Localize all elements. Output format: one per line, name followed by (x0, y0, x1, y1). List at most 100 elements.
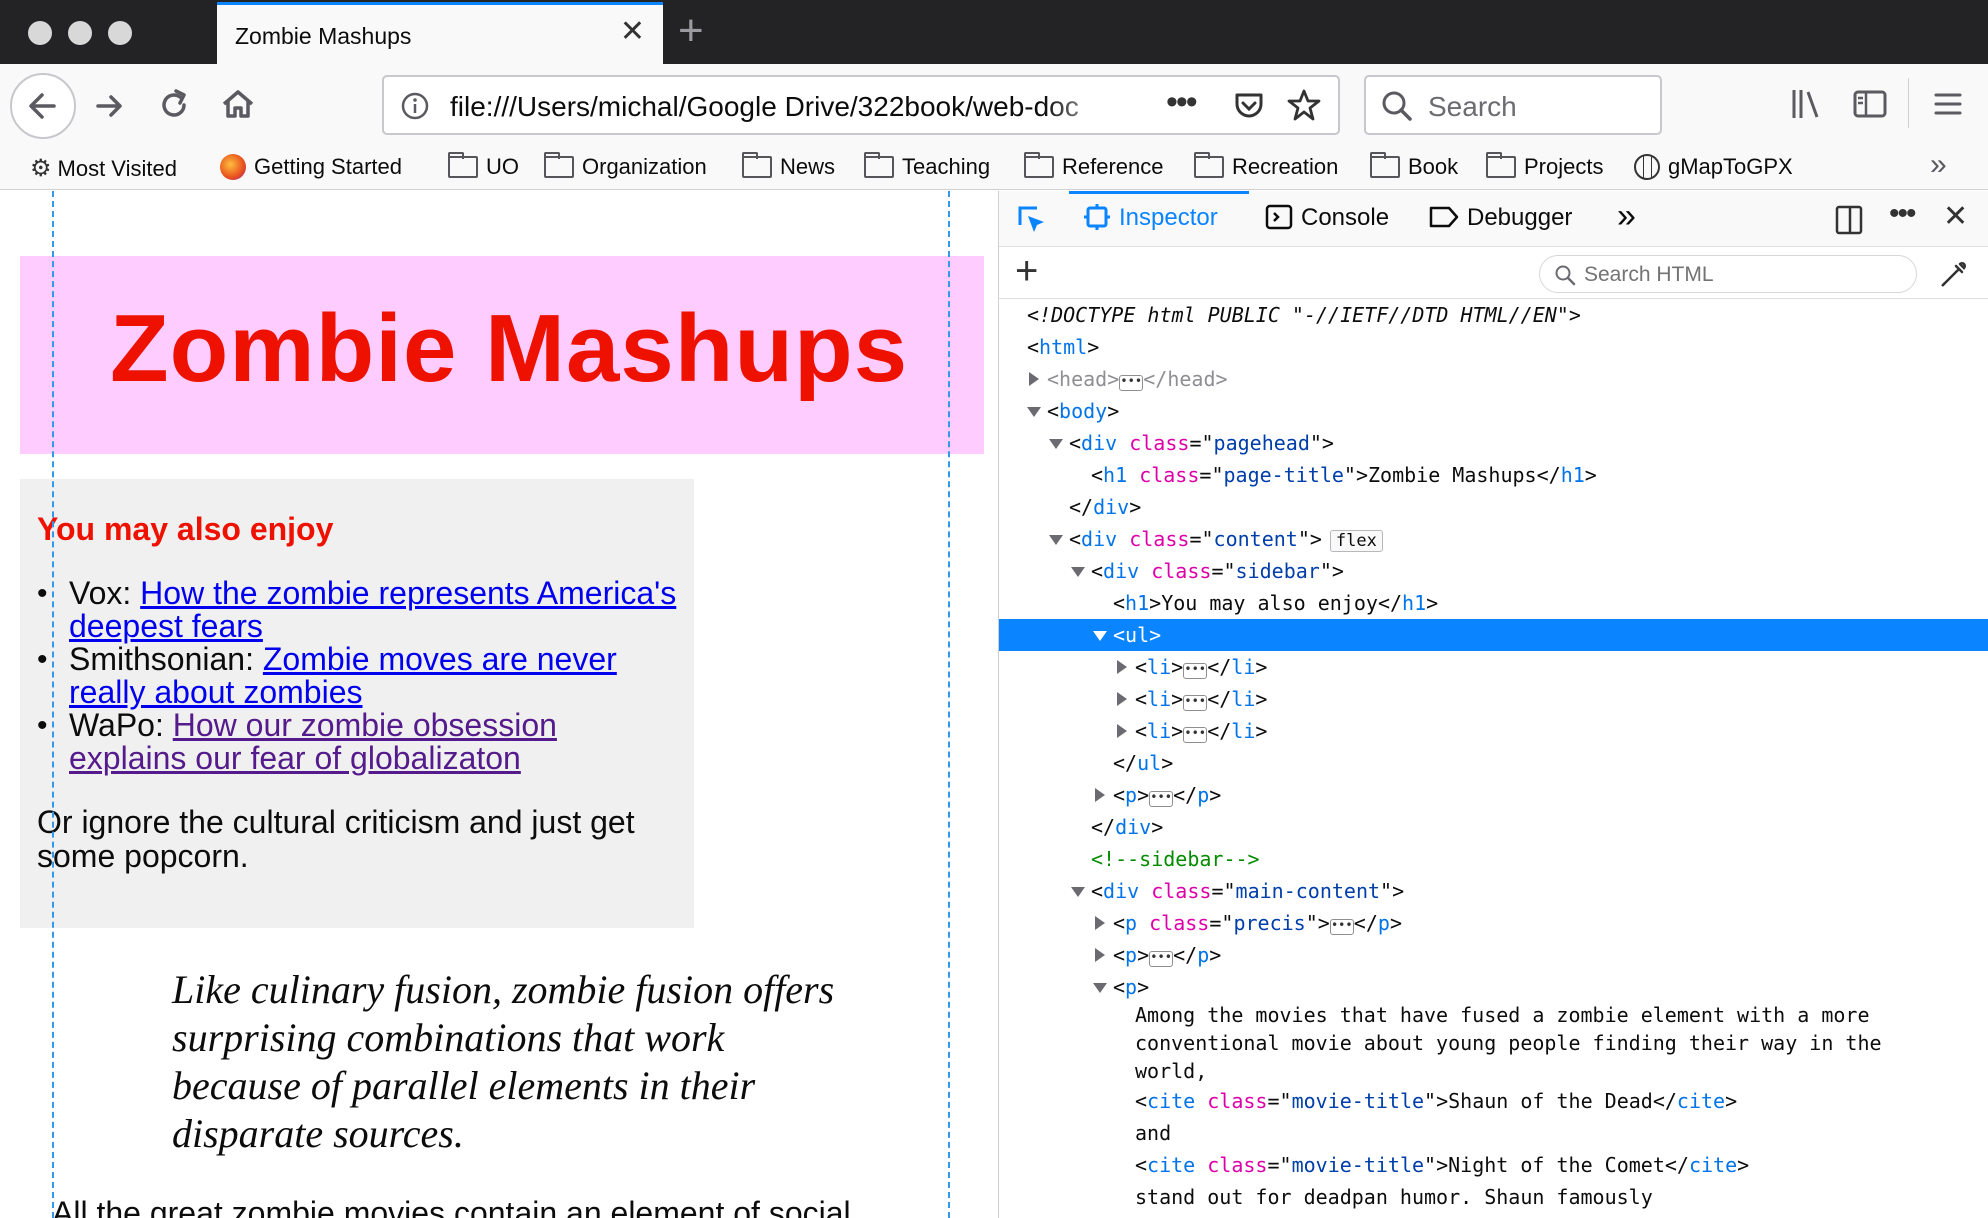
tree-node-p-open[interactable]: <p> (999, 971, 1988, 1003)
expand-toggle-icon[interactable] (1117, 660, 1127, 674)
expand-toggle-icon[interactable] (1095, 916, 1105, 930)
page-actions-icon[interactable]: ••• (1166, 83, 1198, 122)
forward-arrow-icon[interactable] (90, 86, 130, 126)
tab-debugger[interactable]: Debugger (1429, 203, 1572, 232)
home-icon[interactable] (218, 84, 258, 124)
tree-node-close-div[interactable]: </div> (999, 491, 1988, 523)
back-arrow-icon (29, 93, 56, 119)
tree-node-p[interactable]: <p>•••</p> (999, 779, 1988, 811)
tree-text-node[interactable]: conventional movie about young people fi… (999, 1029, 1988, 1057)
tree-node-div-content[interactable]: <div class="content"> flex (999, 523, 1988, 555)
tree-node-ul-selected[interactable]: <ul> (999, 619, 1988, 651)
expand-toggle-icon[interactable] (1095, 788, 1105, 802)
tree-node-cite[interactable]: <cite class="movie-title">Night of the C… (999, 1149, 1988, 1181)
bookmark-gmaptogpx[interactable]: gMapToGPX (1634, 154, 1793, 180)
add-node-icon[interactable]: + (1015, 249, 1038, 294)
tree-node-h1-sidebar[interactable]: <h1>You may also enjoy</h1> (999, 587, 1988, 619)
tree-node-head[interactable]: <head>•••</head> (999, 363, 1988, 395)
collapse-toggle-icon[interactable] (1071, 567, 1085, 577)
bookmark-star-icon[interactable] (1286, 87, 1322, 123)
tab-zombie-mashups[interactable]: Zombie Mashups ✕ (217, 2, 663, 64)
comment-text: <!--sidebar--> (1091, 847, 1260, 871)
search-box[interactable]: Search (1364, 75, 1662, 135)
collapse-toggle-icon[interactable] (1071, 887, 1085, 897)
eyedropper-icon[interactable] (1937, 257, 1971, 291)
tree-node-div-sidebar[interactable]: <div class="sidebar"> (999, 555, 1988, 587)
tree-node-p[interactable]: <p>•••</p> (999, 939, 1988, 971)
close-window-button[interactable] (28, 21, 52, 45)
bookmark-folder-book[interactable]: Book (1370, 152, 1458, 180)
flex-badge[interactable]: flex (1329, 530, 1383, 552)
info-icon[interactable] (400, 91, 430, 121)
collapse-toggle-icon[interactable] (1093, 631, 1107, 641)
bookmark-folder-teaching[interactable]: Teaching (864, 152, 990, 180)
text-node-line: conventional movie about young people fi… (1135, 1031, 1882, 1055)
library-icon[interactable] (1786, 84, 1826, 124)
tree-node-close-div[interactable]: </div> (999, 811, 1988, 843)
sidebar: You may also enjoy Vox: How the zombie r… (20, 479, 694, 928)
dock-side-icon[interactable] (1833, 203, 1865, 237)
tree-node-close-ul[interactable]: </ul> (999, 747, 1988, 779)
sidebar-toggle-icon[interactable] (1850, 84, 1890, 124)
close-devtools-icon[interactable]: ✕ (1943, 199, 1968, 234)
expand-toggle-icon[interactable] (1029, 372, 1039, 386)
close-tab-icon[interactable]: ✕ (620, 17, 645, 47)
bookmark-folder-uo[interactable]: UO (448, 152, 519, 180)
collapse-toggle-icon[interactable] (1093, 983, 1107, 993)
tree-text-node[interactable]: stand out for deadpan humor. Shaun famou… (999, 1181, 1988, 1213)
reload-icon[interactable] (154, 85, 194, 125)
tree-node-doctype[interactable]: <!DOCTYPE html PUBLIC "-//IETF//DTD HTML… (999, 299, 1988, 331)
text-node-line: world, (1135, 1059, 1208, 1083)
url-fade (1044, 81, 1124, 131)
tree-text-node[interactable]: world, (999, 1057, 1988, 1085)
tree-text-node[interactable]: and (999, 1117, 1988, 1149)
tree-node-h1-title[interactable]: <h1 class="page-title">Zombie Mashups</h… (999, 459, 1988, 491)
back-button[interactable] (10, 73, 76, 139)
url-bar[interactable]: file:///Users/michal/Google Drive/322boo… (382, 75, 1340, 135)
bookmark-folder-reference[interactable]: Reference (1024, 152, 1164, 180)
bookmark-folder-organization[interactable]: Organization (544, 152, 707, 180)
bookmarks-overflow-icon[interactable]: » (1930, 148, 1947, 182)
tree-text-node[interactable]: Among the movies that have fused a zombi… (999, 1001, 1988, 1029)
tree-node-div-pagehead[interactable]: <div class="pagehead"> (999, 427, 1988, 459)
expand-toggle-icon[interactable] (1117, 724, 1127, 738)
markup-tree: <!DOCTYPE html PUBLIC "-//IETF//DTD HTML… (999, 299, 1988, 1218)
element-picker-icon[interactable] (1015, 203, 1049, 237)
bookmark-folder-projects[interactable]: Projects (1486, 152, 1603, 180)
bookmark-label: UO (486, 154, 519, 179)
more-tabs-icon[interactable]: » (1617, 197, 1636, 236)
bookmark-most-visited[interactable]: ⚙ Most Visited (30, 154, 177, 183)
tree-node-cite[interactable]: <cite class="movie-title">Shaun of the D… (999, 1085, 1988, 1117)
tab-console[interactable]: Console (1265, 203, 1389, 232)
folder-icon (1024, 152, 1054, 178)
tree-node-html[interactable]: <html> (999, 331, 1988, 363)
tab-bar: Zombie Mashups ✕ + (0, 0, 1988, 64)
minimize-window-button[interactable] (68, 21, 92, 45)
pocket-icon[interactable] (1232, 89, 1266, 123)
zoom-window-button[interactable] (108, 21, 132, 45)
collapse-toggle-icon[interactable] (1027, 407, 1041, 417)
tree-node-li[interactable]: <li>•••</li> (999, 715, 1988, 747)
bookmark-folder-news[interactable]: News (742, 152, 835, 180)
expand-toggle-icon[interactable] (1095, 948, 1105, 962)
collapse-toggle-icon[interactable] (1049, 535, 1063, 545)
tree-node-li[interactable]: <li>•••</li> (999, 683, 1988, 715)
link-source: Smithsonian: (69, 641, 254, 677)
bookmark-getting-started[interactable]: Getting Started (220, 154, 402, 180)
collapse-toggle-icon[interactable] (1049, 439, 1063, 449)
search-icon (1382, 91, 1412, 121)
bookmark-folder-recreation[interactable]: Recreation (1194, 152, 1338, 180)
tree-node-p-precis[interactable]: <p class="precis">•••</p> (999, 907, 1988, 939)
tree-node-comment[interactable]: <!--sidebar--> (999, 843, 1988, 875)
related-link[interactable]: How the zombie represents America's deep… (69, 575, 676, 644)
new-tab-icon[interactable]: + (678, 6, 704, 56)
expand-toggle-icon[interactable] (1117, 692, 1127, 706)
hamburger-menu-icon[interactable] (1928, 84, 1968, 124)
tree-node-div-main-content[interactable]: <div class="main-content"> (999, 875, 1988, 907)
devtools-menu-icon[interactable]: ••• (1889, 197, 1916, 231)
search-html-input[interactable]: Search HTML (1539, 255, 1917, 293)
tree-node-li[interactable]: <li>•••</li> (999, 651, 1988, 683)
tab-inspector[interactable]: Inspector (1083, 203, 1218, 232)
related-links-list: Vox: How the zombie represents America's… (37, 577, 677, 775)
tree-node-body[interactable]: <body> (999, 395, 1988, 427)
